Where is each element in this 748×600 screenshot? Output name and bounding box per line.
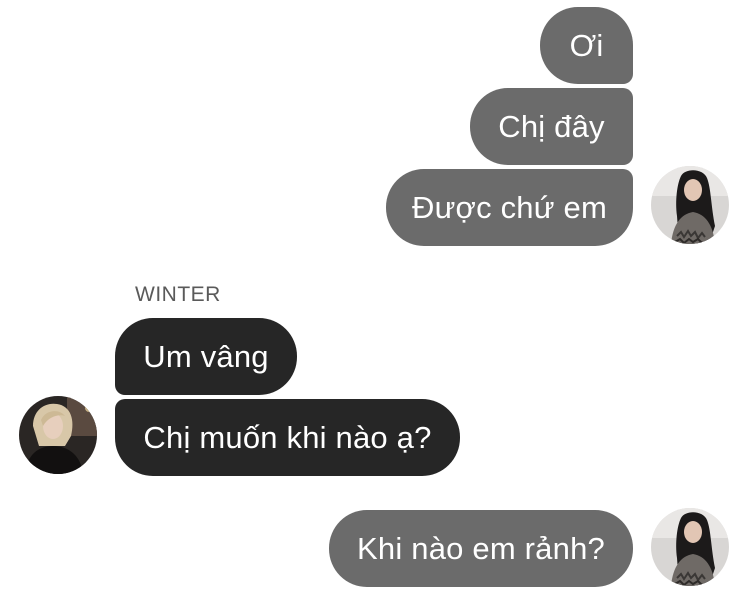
profile-photo-dark-hair-icon [651, 508, 729, 586]
message-text: Um vâng [143, 339, 269, 374]
message-text: Chị đây [498, 109, 605, 144]
message-bubble-incoming[interactable]: Chị muốn khi nào ạ? [115, 399, 460, 476]
message-bubble-outgoing[interactable]: Ơi [540, 7, 633, 84]
profile-photo-blonde-hair-icon [19, 396, 97, 474]
sender-name: WINTER [135, 283, 221, 306]
message-text: Khi nào em rảnh? [357, 531, 605, 566]
message-bubble-outgoing[interactable]: Chị đây [470, 88, 633, 165]
avatar-me[interactable] [651, 508, 729, 586]
message-bubble-incoming[interactable]: Um vâng [115, 318, 297, 395]
profile-photo-dark-hair-icon [651, 166, 729, 244]
message-text: Được chứ em [412, 190, 607, 225]
message-bubble-outgoing[interactable]: Khi nào em rảnh? [329, 510, 633, 587]
avatar-me[interactable] [651, 166, 729, 244]
message-text: Ơi [569, 28, 604, 63]
message-bubble-outgoing[interactable]: Được chứ em [386, 169, 633, 246]
avatar-winter[interactable] [19, 396, 97, 474]
message-text: Chị muốn khi nào ạ? [143, 420, 432, 455]
